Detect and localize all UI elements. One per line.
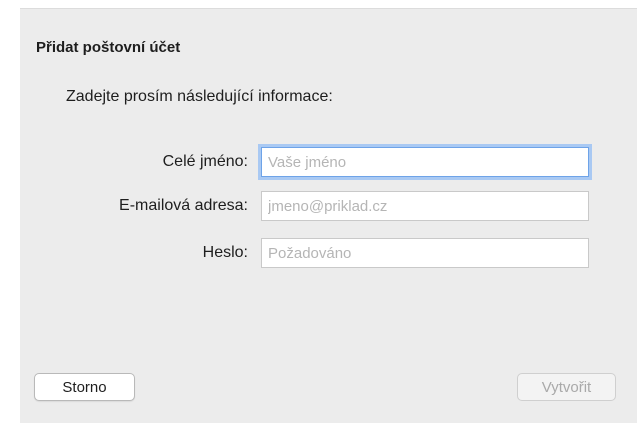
email-label: E-mailová adresa: (119, 197, 248, 214)
email-input[interactable] (261, 191, 589, 221)
password-row: Heslo: (20, 238, 637, 268)
name-input[interactable] (261, 147, 589, 177)
dialog-subtitle: Zadejte prosím následující informace: (66, 88, 333, 105)
dialog-title: Přidat poštovní účet (36, 39, 181, 56)
create-button[interactable]: Vytvořit (517, 373, 616, 401)
password-input[interactable] (261, 238, 589, 268)
name-row: Celé jméno: (20, 147, 637, 177)
cancel-button[interactable]: Storno (34, 373, 135, 401)
email-row: E-mailová adresa: (20, 191, 637, 221)
window-backdrop: Přidat poštovní účet Zadejte prosím násl… (0, 0, 637, 423)
add-mail-account-dialog: Přidat poštovní účet Zadejte prosím násl… (20, 8, 637, 423)
name-label: Celé jméno: (162, 153, 248, 170)
password-label: Heslo: (202, 244, 248, 261)
